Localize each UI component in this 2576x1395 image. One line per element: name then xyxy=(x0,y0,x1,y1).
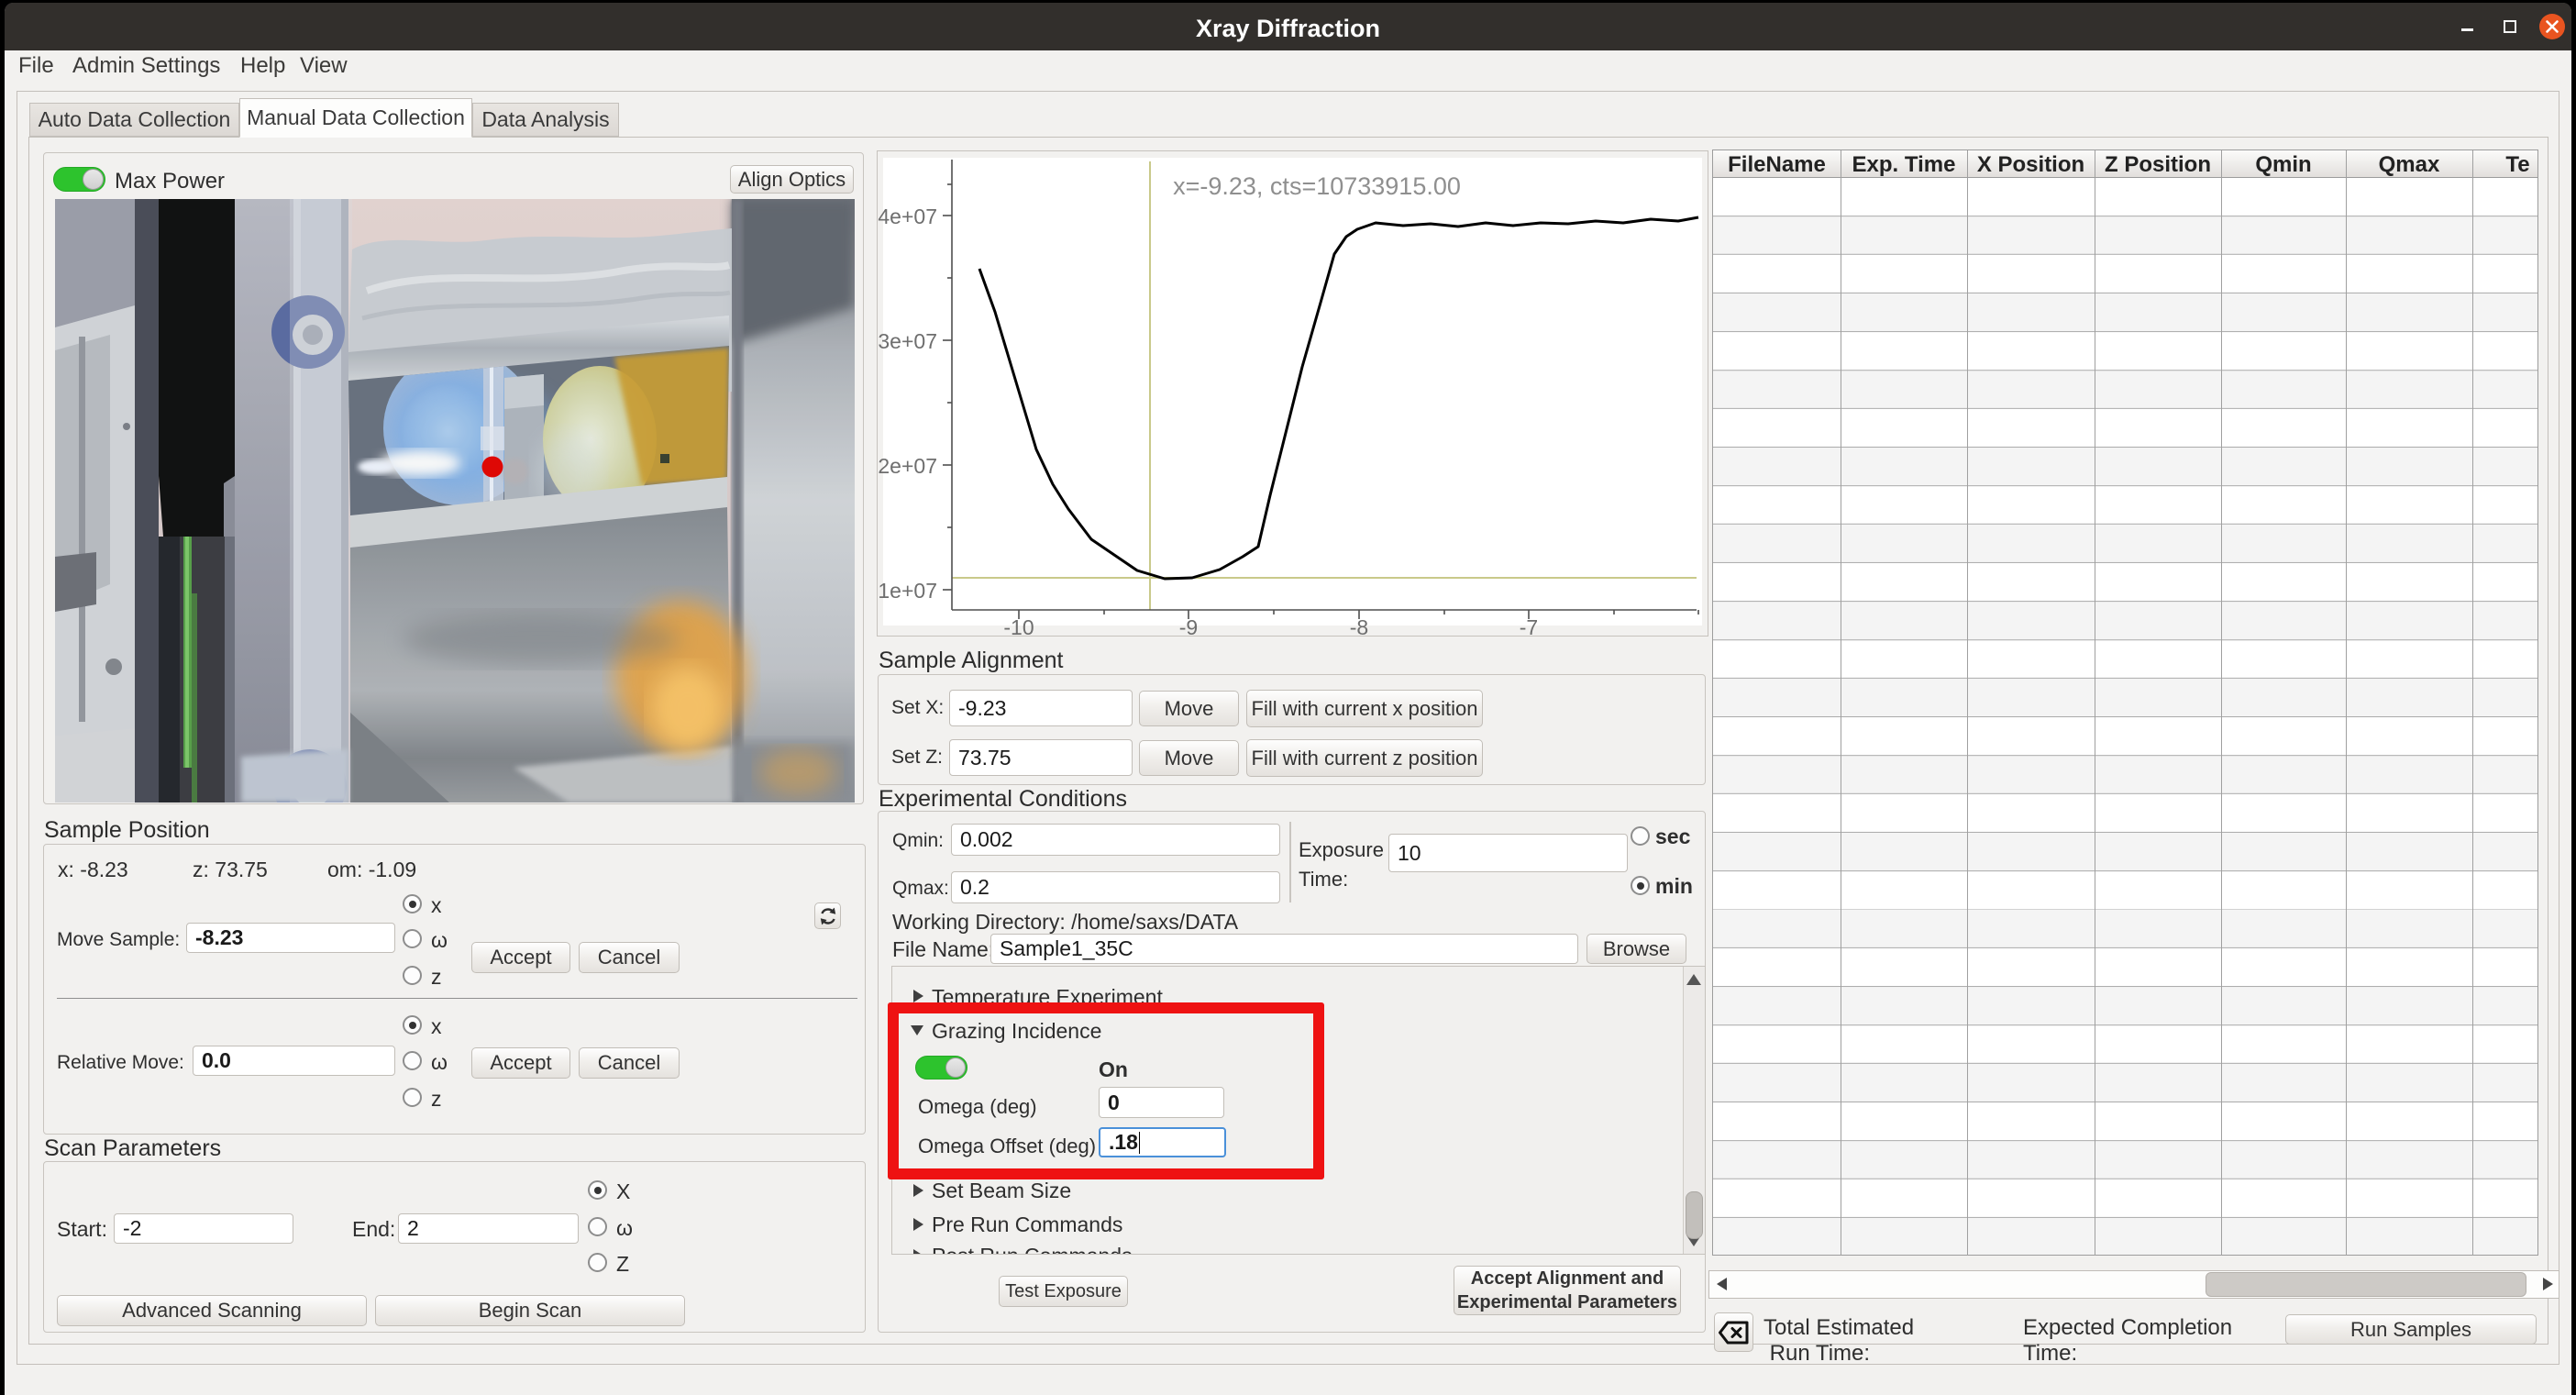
svg-text:3e+07: 3e+07 xyxy=(878,329,937,353)
svg-text:-7: -7 xyxy=(1520,615,1538,637)
svg-text:-10: -10 xyxy=(1003,615,1034,637)
svg-text:1e+07: 1e+07 xyxy=(878,579,937,603)
svg-text:4e+07: 4e+07 xyxy=(878,205,937,228)
svg-text:x=-9.23, cts=10733915.00: x=-9.23, cts=10733915.00 xyxy=(1173,172,1461,200)
svg-text:-9: -9 xyxy=(1179,615,1198,637)
svg-text:2e+07: 2e+07 xyxy=(878,454,937,478)
svg-text:-8: -8 xyxy=(1350,615,1368,637)
